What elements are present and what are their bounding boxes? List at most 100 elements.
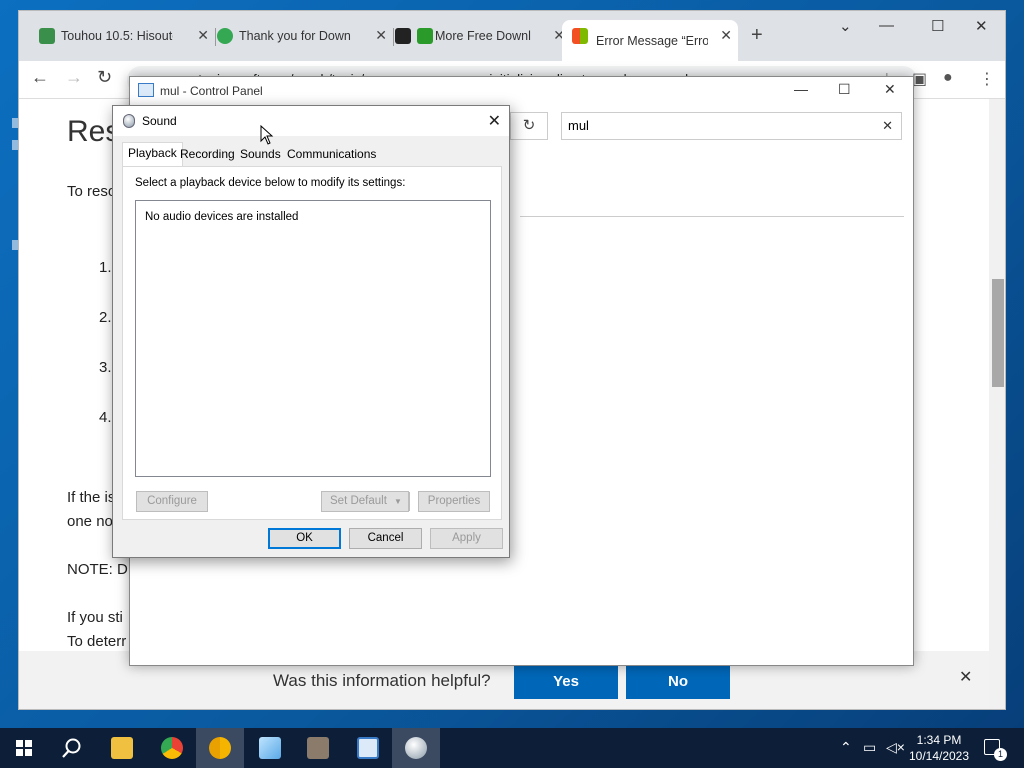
browser-tab-more-free[interactable]: More Free Downloads ✕: [395, 20, 571, 52]
clock-time: 1:34 PM: [916, 733, 962, 747]
step-number: 3.: [99, 359, 112, 376]
yes-button[interactable]: Yes: [514, 665, 618, 699]
windows-start-icon: [16, 740, 32, 756]
page-text: To deterr: [67, 633, 127, 650]
site-favicon-icon: [395, 28, 411, 44]
side-panel-icon[interactable]: ▣: [912, 69, 927, 89]
page-text: To reso: [67, 183, 117, 200]
tab-search-icon[interactable]: ⌄: [839, 17, 852, 35]
ok-button[interactable]: OK: [268, 528, 341, 549]
tab-separator: [393, 28, 394, 46]
site-favicon-icon: [217, 28, 233, 44]
taskbar-sound[interactable]: [392, 728, 440, 768]
close-dialog-button[interactable]: ✕: [488, 111, 501, 131]
new-tab-button[interactable]: +: [751, 24, 763, 47]
page-text: one no: [67, 513, 113, 530]
page-scrollbar[interactable]: [989, 99, 1005, 709]
clear-search-icon[interactable]: ✕: [882, 113, 893, 139]
volume-muted-icon[interactable]: ◁×: [886, 739, 905, 756]
tab-title: Thank you for Downloading: [239, 29, 351, 43]
scrollbar-thumb[interactable]: [992, 279, 1004, 387]
control-panel-icon: [357, 737, 379, 759]
tab-separator: [215, 28, 216, 46]
feedback-question: Was this information helpful?: [273, 671, 491, 690]
control-panel-icon: [138, 83, 154, 97]
instruction-label: Select a playback device below to modify…: [135, 177, 406, 189]
taskbar-chrome-canary[interactable]: [196, 728, 244, 768]
configure-button[interactable]: Configure: [136, 491, 208, 512]
properties-button[interactable]: Properties: [418, 491, 490, 512]
tab-communications[interactable]: Communications: [282, 144, 381, 166]
chrome-canary-icon: [209, 737, 231, 759]
page-text: If you sti: [67, 609, 123, 626]
tab-playback[interactable]: Playback: [122, 142, 183, 168]
empty-list-message: No audio devices are installed: [145, 211, 299, 223]
window-title: mul - Control Panel: [160, 84, 263, 98]
tab-strip: Touhou 10.5: Hisoutensoku ✕ Thank you fo…: [19, 11, 1005, 61]
taskbar-search-button[interactable]: [48, 728, 96, 768]
sound-dialog: Sound ✕ Playback Recording Sounds Commun…: [112, 105, 510, 558]
forward-button[interactable]: →: [65, 67, 83, 88]
taskbar: ⌃ ▭ ◁× 1:34 PM 10/14/2023 1: [0, 728, 1024, 768]
playback-device-list[interactable]: No audio devices are installed: [135, 200, 491, 477]
reload-button[interactable]: ↻: [97, 67, 112, 88]
show-hidden-icons-chevron-icon[interactable]: ⌃: [840, 739, 852, 756]
divider: [520, 216, 904, 217]
close-tab-icon[interactable]: ✕: [197, 27, 209, 44]
taskbar-chrome[interactable]: [148, 728, 196, 768]
set-default-label: Set Default: [330, 495, 387, 507]
minimize-button[interactable]: —: [794, 81, 808, 97]
archive-icon: [307, 737, 329, 759]
tab-title: More Free Downloads: [435, 29, 531, 43]
search-value: mul: [568, 118, 589, 133]
close-window-button[interactable]: ✕: [975, 17, 988, 35]
taskbar-control-panel[interactable]: [344, 728, 392, 768]
taskbar-file-explorer[interactable]: [98, 728, 146, 768]
step-number: 4.: [99, 409, 112, 426]
back-button[interactable]: ←: [31, 67, 49, 88]
network-icon[interactable]: ▭: [863, 739, 876, 756]
close-tab-icon[interactable]: ✕: [720, 27, 732, 44]
tab-recording[interactable]: Recording: [175, 144, 240, 166]
mouse-cursor-icon: [260, 125, 274, 145]
browser-tab-error-message[interactable]: Error Message “Error initializing ✕: [562, 20, 738, 61]
browser-tab-thank-you[interactable]: Thank you for Downloading ✕: [217, 20, 393, 52]
cancel-button[interactable]: Cancel: [349, 528, 422, 549]
notification-count-badge: 1: [994, 748, 1007, 761]
sound-icon: [405, 737, 427, 759]
browser-tab-touhou[interactable]: Touhou 10.5: Hisoutensoku ✕: [39, 20, 215, 52]
system-clock[interactable]: 1:34 PM 10/14/2023: [906, 732, 972, 764]
apply-button[interactable]: Apply: [430, 528, 503, 549]
speaker-icon: [123, 114, 135, 128]
dialog-title: Sound: [142, 114, 177, 128]
step-number: 2.: [99, 309, 112, 326]
search-input[interactable]: mul ✕: [561, 112, 902, 140]
no-button[interactable]: No: [626, 665, 730, 699]
dropdown-arrow-icon[interactable]: ▼: [394, 492, 402, 511]
taskbar-app[interactable]: [246, 728, 294, 768]
playback-panel: Select a playback device below to modify…: [122, 166, 502, 520]
close-feedback-icon[interactable]: ✕: [959, 667, 972, 687]
close-tab-icon[interactable]: ✕: [375, 27, 387, 44]
split-divider: [409, 492, 410, 511]
page-text: NOTE: D: [67, 561, 128, 578]
site-favicon-icon: [39, 28, 55, 44]
maximize-button[interactable]: ☐: [838, 81, 851, 98]
set-default-button[interactable]: Set Default ▼: [321, 491, 410, 512]
microsoft-favicon-icon: [572, 28, 588, 44]
close-window-button[interactable]: ✕: [884, 81, 896, 98]
profile-avatar-icon[interactable]: ●: [943, 69, 953, 87]
page-text: If the is: [67, 489, 116, 506]
maximize-button[interactable]: ☐: [931, 17, 944, 35]
tab-title: Error Message “Error initializing: [596, 33, 708, 48]
tab-title: Touhou 10.5: Hisoutensoku: [61, 29, 173, 43]
app-icon: [259, 737, 281, 759]
menu-icon[interactable]: ⋮: [979, 69, 995, 89]
control-panel-titlebar[interactable]: mul - Control Panel — ☐ ✕: [130, 77, 913, 105]
taskbar-archive[interactable]: [294, 728, 342, 768]
tab-sounds[interactable]: Sounds: [235, 144, 286, 166]
minimize-button[interactable]: —: [879, 17, 894, 34]
refresh-button[interactable]: ↻: [510, 112, 548, 140]
sound-dialog-titlebar[interactable]: Sound ✕: [113, 106, 509, 136]
start-button[interactable]: [0, 728, 48, 768]
